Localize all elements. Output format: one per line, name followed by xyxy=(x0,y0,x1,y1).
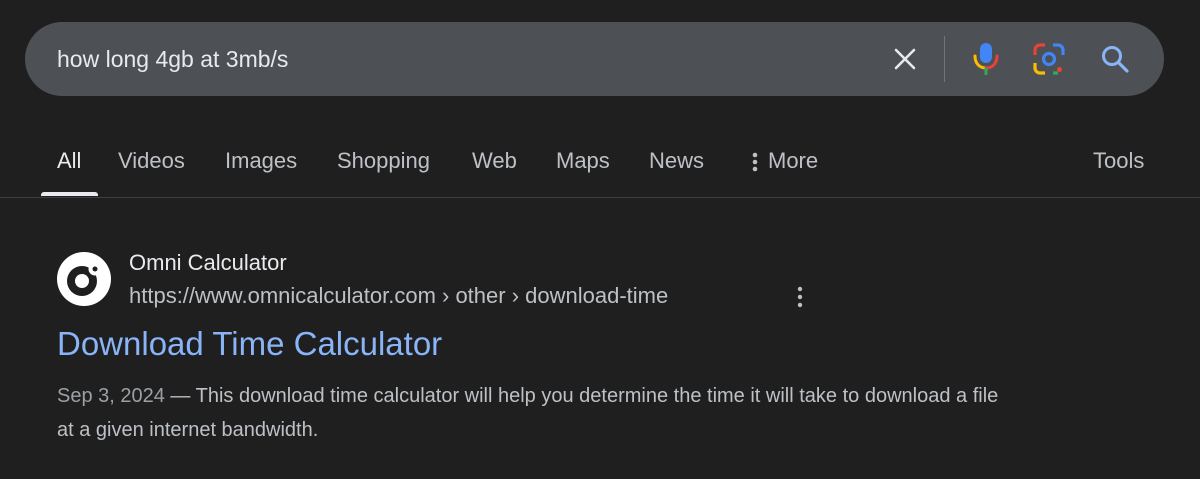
tab-images[interactable]: Images xyxy=(225,148,297,174)
tab-maps[interactable]: Maps xyxy=(556,148,610,174)
vertical-dots-icon xyxy=(752,152,758,172)
google-lens-icon[interactable] xyxy=(1029,39,1069,79)
search-tabs: All Videos Images Shopping Web Maps News… xyxy=(0,130,1200,196)
tabs-divider xyxy=(0,197,1200,198)
snippet-text: This download time calculator will help … xyxy=(57,385,999,441)
search-icon[interactable] xyxy=(1095,39,1135,79)
result-snippet: Sep 3, 2024 — This download time calcula… xyxy=(57,379,1017,447)
tools-button[interactable]: Tools xyxy=(1093,148,1144,174)
tab-more-label: More xyxy=(768,148,819,173)
snippet-separator: — xyxy=(164,385,196,407)
result-site-name[interactable]: Omni Calculator xyxy=(129,250,287,276)
result-url[interactable]: https://www.omnicalculator.com › other ›… xyxy=(129,283,668,309)
tab-news[interactable]: News xyxy=(649,148,704,174)
tab-more[interactable]: More xyxy=(752,148,818,174)
tab-web[interactable]: Web xyxy=(472,148,517,174)
result-date: Sep 3, 2024 xyxy=(57,385,165,407)
search-bar[interactable] xyxy=(25,22,1164,96)
result-title-link[interactable]: Download Time Calculator xyxy=(57,325,442,363)
close-icon[interactable] xyxy=(885,39,925,79)
result-options-icon[interactable] xyxy=(790,284,810,310)
site-favicon[interactable] xyxy=(57,252,111,306)
active-tab-indicator xyxy=(41,192,98,196)
microphone-icon[interactable] xyxy=(966,39,1006,79)
search-input[interactable] xyxy=(57,22,837,96)
tab-all[interactable]: All xyxy=(57,148,81,174)
search-results-page: All Videos Images Shopping Web Maps News… xyxy=(0,0,1200,479)
tab-shopping[interactable]: Shopping xyxy=(337,148,430,174)
omni-logo-icon xyxy=(58,253,110,305)
tab-videos[interactable]: Videos xyxy=(118,148,185,174)
search-bar-divider xyxy=(944,36,945,82)
